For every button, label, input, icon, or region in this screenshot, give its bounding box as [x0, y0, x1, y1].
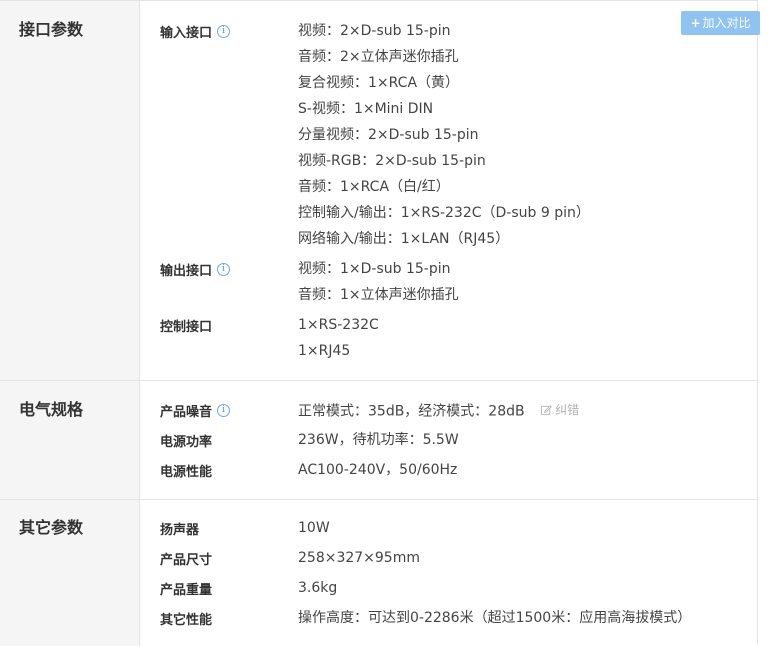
param-label: 电源功率 [160, 435, 213, 450]
param-label: 输入接口 [160, 26, 213, 41]
param-label: 电源性能 [160, 465, 213, 480]
section-electrical: 电气规格 产品噪音 i 正常模式：35dB，经济模式：28dB 纠错 电源功率 … [0, 381, 757, 500]
param-value: 音频：1×立体声迷你插孔 [298, 287, 459, 303]
param-label: 产品尺寸 [160, 553, 213, 568]
param-value: 1×RJ45 [298, 343, 351, 359]
spec-table: 接口参数 输入接口 i 视频：2×D-sub 15-pin 音频：2×立体声迷你… [0, 0, 758, 646]
edit-icon [541, 404, 552, 415]
param-values: 1×RS-232C 1×RJ45 [298, 312, 757, 364]
category-cell: 电气规格 [0, 381, 140, 499]
param-value: 音频：1×RCA（白/红） [298, 179, 450, 195]
param-label: 产品噪音 [160, 405, 213, 420]
param-values: 操作高度：可达到0-2286米（超过1500米：应用高海拔模式） [298, 605, 757, 631]
param-label: 控制接口 [160, 320, 213, 335]
param-name-power-performance: 电源性能 [160, 461, 212, 480]
correct-link-label: 纠错 [555, 403, 580, 417]
param-value: 分量视频：2×D-sub 15-pin [298, 127, 479, 143]
param-values: 视频：1×D-sub 15-pin 音频：1×立体声迷你插孔 [298, 256, 757, 308]
param-name-power: 电源功率 [160, 431, 212, 450]
param-value: 视频：1×D-sub 15-pin [298, 261, 451, 277]
add-to-compare-button[interactable]: + 加入对比 [681, 11, 760, 35]
param-values: 258×327×95mm [298, 545, 757, 571]
category-cell: 其它参数 [0, 500, 140, 646]
param-value: 10W [298, 520, 330, 536]
info-icon[interactable]: i [217, 25, 231, 38]
category-title: 其它参数 [19, 518, 84, 537]
param-value: 正常模式：35dB，经济模式：28dB 纠错 [298, 397, 757, 423]
section-other: 其它参数 扬声器 10W 产品尺寸 258×327×95mm 产品重量 3.6k… [0, 500, 757, 646]
param-value: 控制输入/输出：1×RS-232C（D-sub 9 pin） [298, 205, 590, 221]
param-name-noise: 产品噪音 i [160, 401, 231, 420]
param-name-speaker: 扬声器 [160, 519, 199, 538]
param-value-text: 正常模式：35dB，经济模式：28dB [298, 403, 525, 420]
param-values: AC100-240V，50/60Hz [298, 457, 757, 483]
param-name-weight: 产品重量 [160, 579, 212, 598]
info-icon[interactable]: i [217, 404, 231, 417]
param-label: 其它性能 [160, 613, 213, 628]
param-values: 10W [298, 515, 757, 541]
param-name-control-interface: 控制接口 [160, 316, 212, 335]
param-values: 236W，待机功率：5.5W [298, 427, 757, 453]
param-label: 输出接口 [160, 264, 213, 279]
param-value: 复合视频：1×RCA（黄） [298, 75, 460, 91]
param-value: 操作高度：可达到0-2286米（超过1500米：应用高海拔模式） [298, 610, 692, 626]
param-value: 视频-RGB：2×D-sub 15-pin [298, 153, 486, 169]
param-values: 视频：2×D-sub 15-pin 音频：2×立体声迷你插孔 复合视频：1×RC… [298, 18, 757, 252]
info-icon[interactable]: i [217, 263, 231, 276]
param-value: 网络输入/输出：1×LAN（RJ45） [298, 231, 510, 247]
param-rows: 输入接口 i 视频：2×D-sub 15-pin 音频：2×立体声迷你插孔 复合… [140, 1, 757, 380]
param-values: 3.6kg [298, 575, 757, 601]
param-values: 正常模式：35dB，经济模式：28dB 纠错 [298, 397, 757, 423]
compare-button-label: 加入对比 [702, 16, 751, 30]
param-name-dimensions: 产品尺寸 [160, 549, 212, 568]
section-interface: 接口参数 输入接口 i 视频：2×D-sub 15-pin 音频：2×立体声迷你… [0, 1, 757, 381]
category-title: 接口参数 [19, 20, 84, 39]
param-value: 1×RS-232C [298, 317, 379, 333]
param-value: 236W，待机功率：5.5W [298, 432, 459, 448]
param-name-input-interface: 输入接口 i [160, 22, 231, 41]
param-name-other-performance: 其它性能 [160, 609, 212, 628]
param-value: 3.6kg [298, 580, 338, 596]
param-name-output-interface: 输出接口 i [160, 260, 231, 279]
plus-icon: + [690, 16, 701, 30]
param-rows: 扬声器 10W 产品尺寸 258×327×95mm 产品重量 3.6kg 其它性… [140, 500, 757, 646]
param-value: S-视频：1×Mini DIN [298, 101, 434, 117]
param-rows: 产品噪音 i 正常模式：35dB，经济模式：28dB 纠错 电源功率 236W，… [140, 381, 757, 499]
param-value: AC100-240V，50/60Hz [298, 462, 458, 478]
param-value: 音频：2×立体声迷你插孔 [298, 49, 459, 65]
param-value: 258×327×95mm [298, 550, 420, 566]
param-label: 产品重量 [160, 583, 213, 598]
correct-link[interactable]: 纠错 [541, 397, 579, 423]
category-title: 电气规格 [19, 400, 84, 419]
param-label: 扬声器 [160, 523, 200, 538]
category-cell: 接口参数 [0, 1, 140, 380]
